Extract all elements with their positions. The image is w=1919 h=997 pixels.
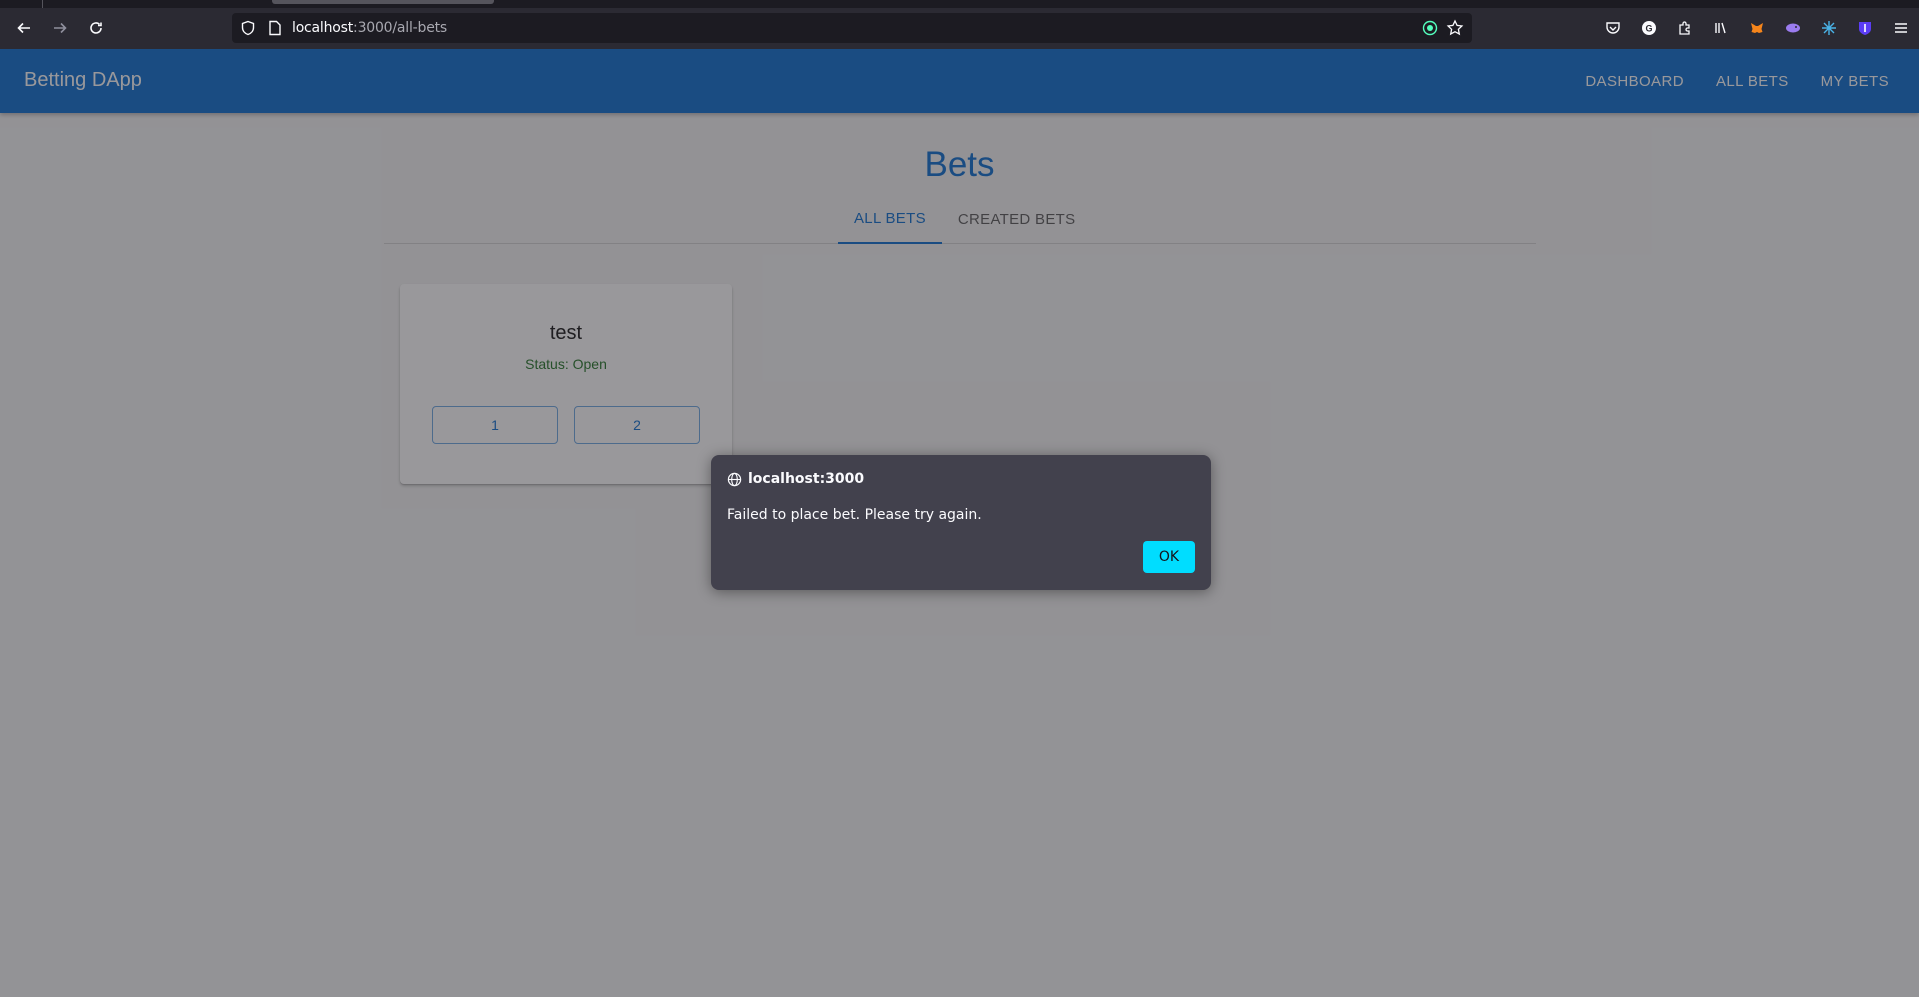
tab-divider (42, 0, 43, 8)
dialog-message: Failed to place bet. Please try again. (727, 507, 982, 523)
menu-button[interactable] (1883, 14, 1919, 42)
back-arrow-icon (17, 22, 30, 34)
extension-icon (1822, 21, 1836, 35)
url-text[interactable]: localhost:3000/all-bets (292, 20, 447, 36)
extension-button-purple[interactable] (1775, 14, 1811, 42)
extension-button-star[interactable] (1811, 14, 1847, 42)
url-host: localhost (292, 20, 354, 36)
alert-dialog: localhost:3000 Failed to place bet. Plea… (711, 455, 1211, 590)
browser-toolbar-icons: G (1595, 14, 1919, 42)
extension-icon (1859, 22, 1871, 35)
reload-button[interactable] (82, 14, 110, 42)
extension-button-shield[interactable] (1847, 14, 1883, 42)
tracking-protection-icon[interactable] (1422, 20, 1438, 36)
menu-icon (1895, 23, 1907, 33)
svg-text:G: G (1645, 24, 1652, 34)
bookmark-star-icon[interactable] (1446, 19, 1464, 37)
account-button[interactable]: G (1631, 14, 1667, 42)
reload-icon (90, 22, 102, 34)
url-path: :3000/all-bets (353, 20, 448, 36)
library-icon (1715, 22, 1726, 34)
browser-toolbar: localhost:3000/all-bets G (0, 0, 1919, 49)
forward-button[interactable] (46, 14, 74, 42)
extensions-icon (1679, 21, 1690, 35)
metamask-icon (1751, 23, 1763, 33)
shield-icon[interactable] (240, 20, 256, 36)
dialog-origin: localhost:3000 (727, 471, 864, 487)
extension-icon (1786, 23, 1800, 33)
account-icon: G (1642, 21, 1656, 35)
active-tab[interactable] (272, 0, 494, 4)
ok-button[interactable]: OK (1143, 541, 1195, 573)
pocket-button[interactable] (1595, 14, 1631, 42)
library-button[interactable] (1703, 14, 1739, 42)
forward-arrow-icon (54, 22, 67, 34)
url-bar[interactable]: localhost:3000/all-bets (232, 13, 1472, 43)
metamask-button[interactable] (1739, 14, 1775, 42)
dialog-origin-text: localhost:3000 (748, 471, 865, 487)
pocket-icon (1606, 22, 1620, 34)
extensions-button[interactable] (1667, 14, 1703, 42)
globe-icon (727, 472, 742, 486)
back-button[interactable] (10, 14, 38, 42)
page-icon (269, 20, 281, 36)
